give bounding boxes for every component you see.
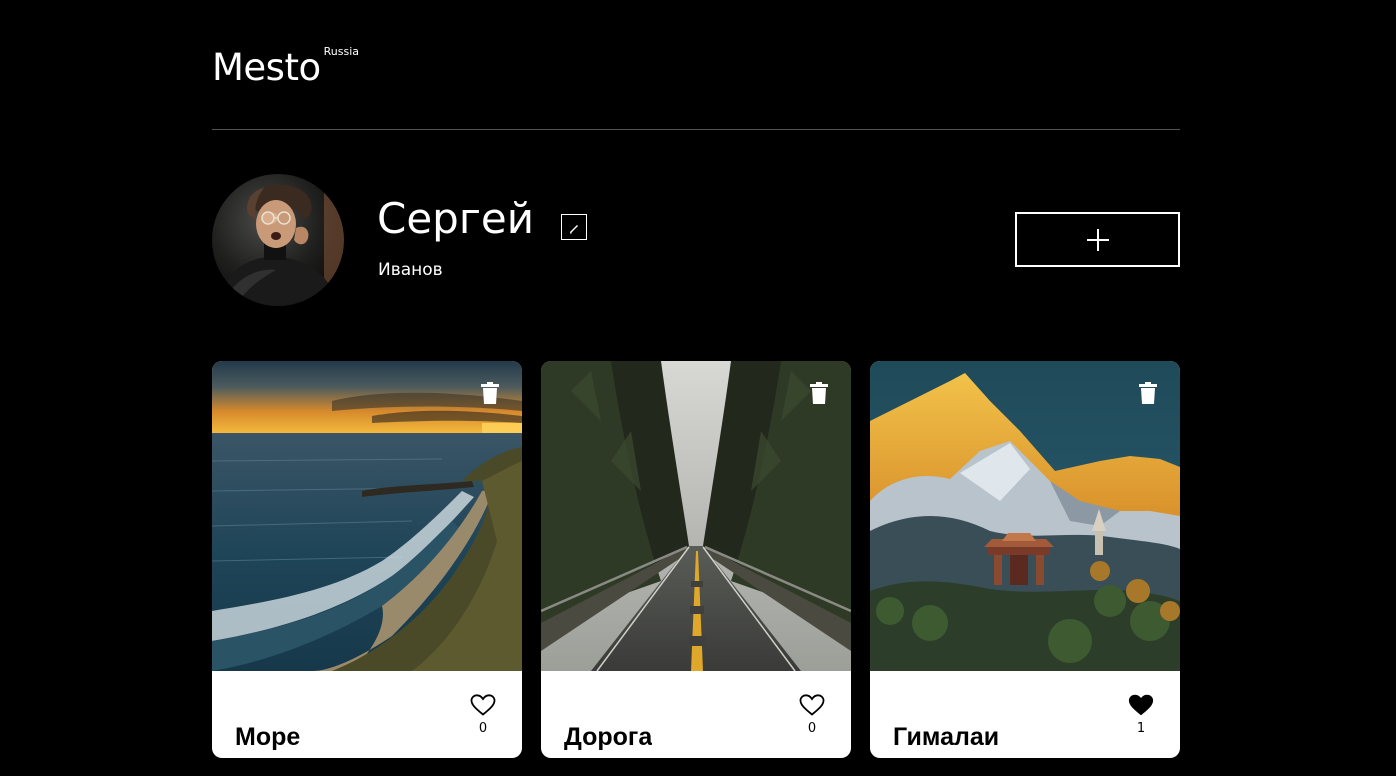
trash-icon: [1138, 382, 1158, 407]
add-card-button[interactable]: [1015, 212, 1180, 267]
header: Mesto Russia: [212, 0, 1180, 130]
page: Mesto Russia Сергей Иванов Море 0 Дорога…: [212, 0, 1180, 776]
like-count: 0: [478, 721, 488, 736]
avatar[interactable]: [212, 174, 344, 306]
plus-icon: [1086, 228, 1110, 252]
logo-text: Mesto: [212, 46, 321, 89]
like-group: 0: [468, 694, 498, 739]
trash-icon: [809, 382, 829, 407]
profile: Сергей Иванов: [212, 174, 1180, 306]
pencil-icon: [569, 222, 579, 234]
like-count: 0: [807, 721, 817, 736]
profile-name: Сергей: [377, 194, 535, 243]
trash-icon: [480, 382, 500, 407]
heart-outline-icon: [470, 694, 496, 719]
card-title: Дорога: [564, 722, 653, 751]
heart-outline-icon: [799, 694, 825, 719]
profile-about: Иванов: [378, 260, 443, 280]
card-image[interactable]: [541, 361, 851, 671]
card-image[interactable]: [212, 361, 522, 671]
card-image[interactable]: [870, 361, 1180, 671]
delete-card-button[interactable]: [1138, 382, 1158, 404]
like-group: 1: [1126, 694, 1156, 739]
card: Дорога 0: [541, 361, 851, 758]
like-button[interactable]: [799, 694, 825, 716]
card-title: Гималаи: [893, 722, 1000, 751]
edit-profile-button[interactable]: [561, 214, 587, 240]
cards-grid: Море 0 Дорога 0 Гималаи 1: [212, 361, 1180, 758]
logo-superscript: Russia: [323, 45, 359, 58]
logo: Mesto Russia: [212, 46, 359, 90]
delete-card-button[interactable]: [809, 382, 829, 404]
like-group: 0: [797, 694, 827, 739]
heart-filled-icon: [1128, 694, 1154, 719]
card-title: Море: [235, 722, 301, 751]
card: Море 0: [212, 361, 522, 758]
like-count: 1: [1136, 721, 1146, 736]
delete-card-button[interactable]: [480, 382, 500, 404]
like-button-active[interactable]: [1128, 694, 1154, 716]
card: Гималаи 1: [870, 361, 1180, 758]
like-button[interactable]: [470, 694, 496, 716]
